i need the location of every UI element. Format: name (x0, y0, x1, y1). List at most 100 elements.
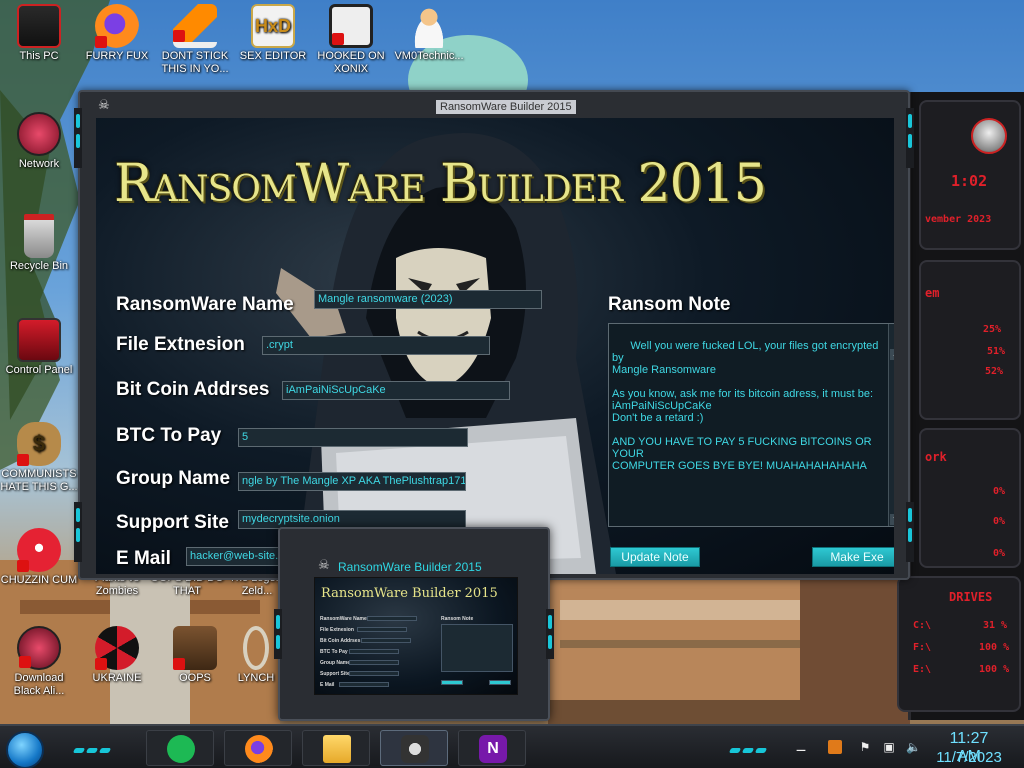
action-center-flag-icon[interactable]: ⚑ (858, 740, 872, 754)
window-app-icon[interactable]: ☠ (98, 97, 114, 113)
preview-title: RansomWare Builder 2015 (338, 560, 482, 574)
shortcut-badge-icon (173, 30, 185, 42)
shortcut-badge-icon (17, 560, 29, 572)
desktop-icon-this-pc[interactable]: This PC (0, 4, 78, 63)
desktop-icon-label: UKRAINE (92, 672, 142, 684)
window-frame-left (74, 108, 82, 168)
preview-input (357, 627, 407, 632)
oops-app-icon (173, 626, 217, 670)
preview-input (367, 616, 417, 621)
doctor-avatar-icon (407, 4, 451, 48)
preview-button (441, 680, 463, 685)
folder-icon (323, 735, 351, 763)
preview-input (349, 660, 399, 665)
window-frame-left-lower (74, 502, 82, 562)
desktop-icon-label: COMMUNISTS HATE THIS G... (0, 468, 78, 493)
preview-note-label: Ransom Note (441, 616, 474, 622)
taskbar-thumbnail-preview[interactable]: ☠ RansomWare Builder 2015 RansomWare Bui… (274, 527, 554, 721)
taskbar: N ⚊ ⚑ ▣ 🔈 11:27 AM 11/7/2023 (0, 724, 1024, 768)
desktop-icon-furry-fux[interactable]: FURRY FUX (78, 4, 156, 63)
app-title-banner: RansomWare Builder 2015 (114, 154, 767, 214)
taskbar-decoration-left (72, 740, 118, 753)
drives-panel: DRIVES C:\ 31 % F:\ 100 % E:\ 100 % (897, 576, 1021, 712)
shortcut-badge-icon (19, 656, 31, 668)
volume-icon[interactable]: 🔈 (906, 740, 921, 754)
taskbar-decoration-right (728, 740, 774, 753)
taskbar-firefox[interactable] (224, 730, 292, 766)
start-button-icon[interactable] (6, 731, 44, 768)
app-tray-icon[interactable] (828, 740, 842, 754)
spotify-icon (167, 735, 195, 763)
shortcut-badge-icon (332, 33, 344, 45)
desktop-icon-label: This PC (19, 50, 59, 62)
bitcoin-address-input[interactable]: iAmPaiNiScUpCaKe (282, 381, 510, 400)
desktop-icon-vm0technic[interactable]: VM0Technic... (390, 4, 468, 63)
ransomware-name-label: RansomWare Name (116, 294, 294, 315)
preview-input (361, 638, 411, 643)
file-extension-input[interactable]: .crypt (262, 336, 490, 355)
cpu-value: 25% (983, 324, 1002, 335)
desktop-icon-label: VM0Technic... (394, 50, 464, 62)
scroll-up-icon[interactable]: ▲ (890, 349, 894, 360)
xonix-game-icon (329, 4, 373, 48)
system-monitor-gadget: 1:02 vember 2023 em 25% 51% 52% ork 0% 0… (897, 92, 1024, 720)
file-extension-label: File Extnesion (116, 334, 245, 355)
clock-panel: 1:02 vember 2023 (919, 100, 1021, 250)
taskbar-clock-date[interactable]: 11/7/2023 (936, 749, 1002, 766)
network-tray-icon[interactable]: ▣ (882, 740, 896, 754)
desktop-icon-control-panel[interactable]: Control Panel (0, 318, 78, 377)
desktop-icon-xonix[interactable]: HOOKED ON XONIX (312, 4, 390, 76)
desktop-icon-label: HOOKED ON XONIX (317, 50, 385, 75)
desktop-icon-dont-stick[interactable]: DONT STICK THIS IN YO... (156, 4, 234, 76)
desktop-icon-ukraine[interactable]: UKRAINE (78, 626, 156, 685)
alienware-logo-icon (971, 118, 1007, 154)
desktop-icon-communists[interactable]: $ COMMUNISTS HATE THIS G... (0, 422, 78, 494)
taskbar-ransomware-builder[interactable] (380, 730, 448, 766)
computer-icon (17, 4, 61, 48)
desktop-icon-network[interactable]: Network (0, 112, 78, 171)
preview-frame-left (274, 609, 282, 659)
ransomware-builder-window: ☠ RansomWare Builder 2015 RansomWare Bui… (74, 90, 914, 580)
taskbar-file-explorer[interactable] (302, 730, 370, 766)
drives-panel-title: DRIVES (949, 590, 993, 604)
preview-frame-right (546, 609, 554, 659)
desktop-icon-recycle-bin[interactable]: Recycle Bin (0, 214, 78, 273)
desktop-icon-label: FURRY FUX (85, 50, 149, 62)
ransom-note-label: Ransom Note (608, 294, 731, 315)
skull-app-icon (401, 735, 429, 763)
preview-field-label: File Extnesion (320, 627, 354, 633)
btc-to-pay-label: BTC To Pay (116, 425, 222, 446)
desktop-icon-download-black[interactable]: Download Black Ali... (0, 626, 78, 698)
make-exe-button[interactable]: Make Exe (812, 547, 894, 567)
chuzzle-creature-icon (17, 528, 61, 572)
noose-icon (243, 626, 269, 670)
group-name-input[interactable]: ngle by The Mangle XP AKA ThePlushtrap17… (238, 472, 466, 491)
money-bag-icon: $ (17, 422, 61, 466)
preview-field-label: BTC To Pay (320, 649, 348, 655)
update-note-button[interactable]: Update Note (610, 547, 700, 567)
taskbar-spotify[interactable] (146, 730, 214, 766)
preview-field-label: Support Site (320, 671, 350, 677)
cpu-value: 52% (985, 366, 1004, 377)
show-hidden-icons-icon[interactable]: ⚊ (794, 740, 808, 754)
desktop-icon-sex-editor[interactable]: HxD SEX EDITOR (234, 4, 312, 63)
preview-field-label: E Mail (320, 682, 335, 688)
email-label: E Mail (116, 548, 171, 569)
btc-to-pay-input[interactable]: 5 (238, 428, 468, 447)
window-client-area: RansomWare Builder 2015 RansomWare Name … (96, 118, 894, 574)
scroll-down-icon[interactable]: ▼ (890, 514, 894, 525)
cpu-panel-title: em (925, 286, 940, 300)
ransom-note-textarea[interactable]: Well you were fucked LOL, your files got… (608, 323, 894, 527)
cpu-value: 51% (987, 346, 1006, 357)
desktop-icon-label: OOPS (179, 672, 211, 684)
ransomware-name-input[interactable]: Mangle ransomware (2023) (314, 290, 542, 309)
desktop-icon-label: Network (18, 158, 60, 170)
desktop-icon-chuzzin[interactable]: CHUZZIN CUM (0, 528, 78, 587)
preview-field-label: Bit Coin Addrses (320, 638, 361, 644)
taskbar-onenote[interactable]: N (458, 730, 526, 766)
shortcut-badge-icon (95, 36, 107, 48)
ransom-note-scrollbar[interactable]: ▲ ▼ (888, 324, 894, 526)
network-panel-title: ork (925, 450, 947, 464)
desktop-icon-label: Download Black Ali... (13, 672, 65, 697)
desktop-icon-oops[interactable]: OOPS (156, 626, 234, 685)
